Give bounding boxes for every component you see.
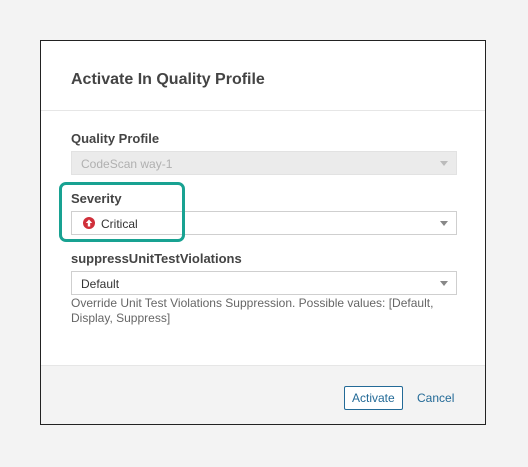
severity-label: Severity: [71, 191, 122, 206]
activate-button[interactable]: Activate: [344, 386, 403, 410]
quality-profile-select: CodeScan way-1: [71, 151, 457, 175]
dialog-header: Activate In Quality Profile: [41, 41, 485, 111]
severity-critical-icon: [83, 217, 95, 229]
cancel-link[interactable]: Cancel: [417, 391, 454, 405]
quality-profile-value: CodeScan way-1: [81, 157, 173, 171]
dialog-title: Activate In Quality Profile: [71, 71, 265, 88]
chevron-down-icon: [440, 221, 448, 226]
suppress-select[interactable]: Default: [71, 271, 457, 295]
suppress-label: suppressUnitTestViolations: [71, 251, 242, 266]
activate-dialog: Activate In Quality Profile Quality Prof…: [40, 40, 486, 425]
chevron-down-icon: [440, 161, 448, 166]
dialog-footer: Activate Cancel: [41, 365, 485, 424]
suppress-value: Default: [81, 277, 120, 291]
suppress-help-text: Override Unit Test Violations Suppressio…: [71, 296, 434, 325]
severity-select[interactable]: Critical: [71, 211, 457, 235]
chevron-down-icon: [440, 281, 448, 286]
quality-profile-label: Quality Profile: [71, 131, 160, 146]
severity-value: Critical: [101, 217, 138, 231]
